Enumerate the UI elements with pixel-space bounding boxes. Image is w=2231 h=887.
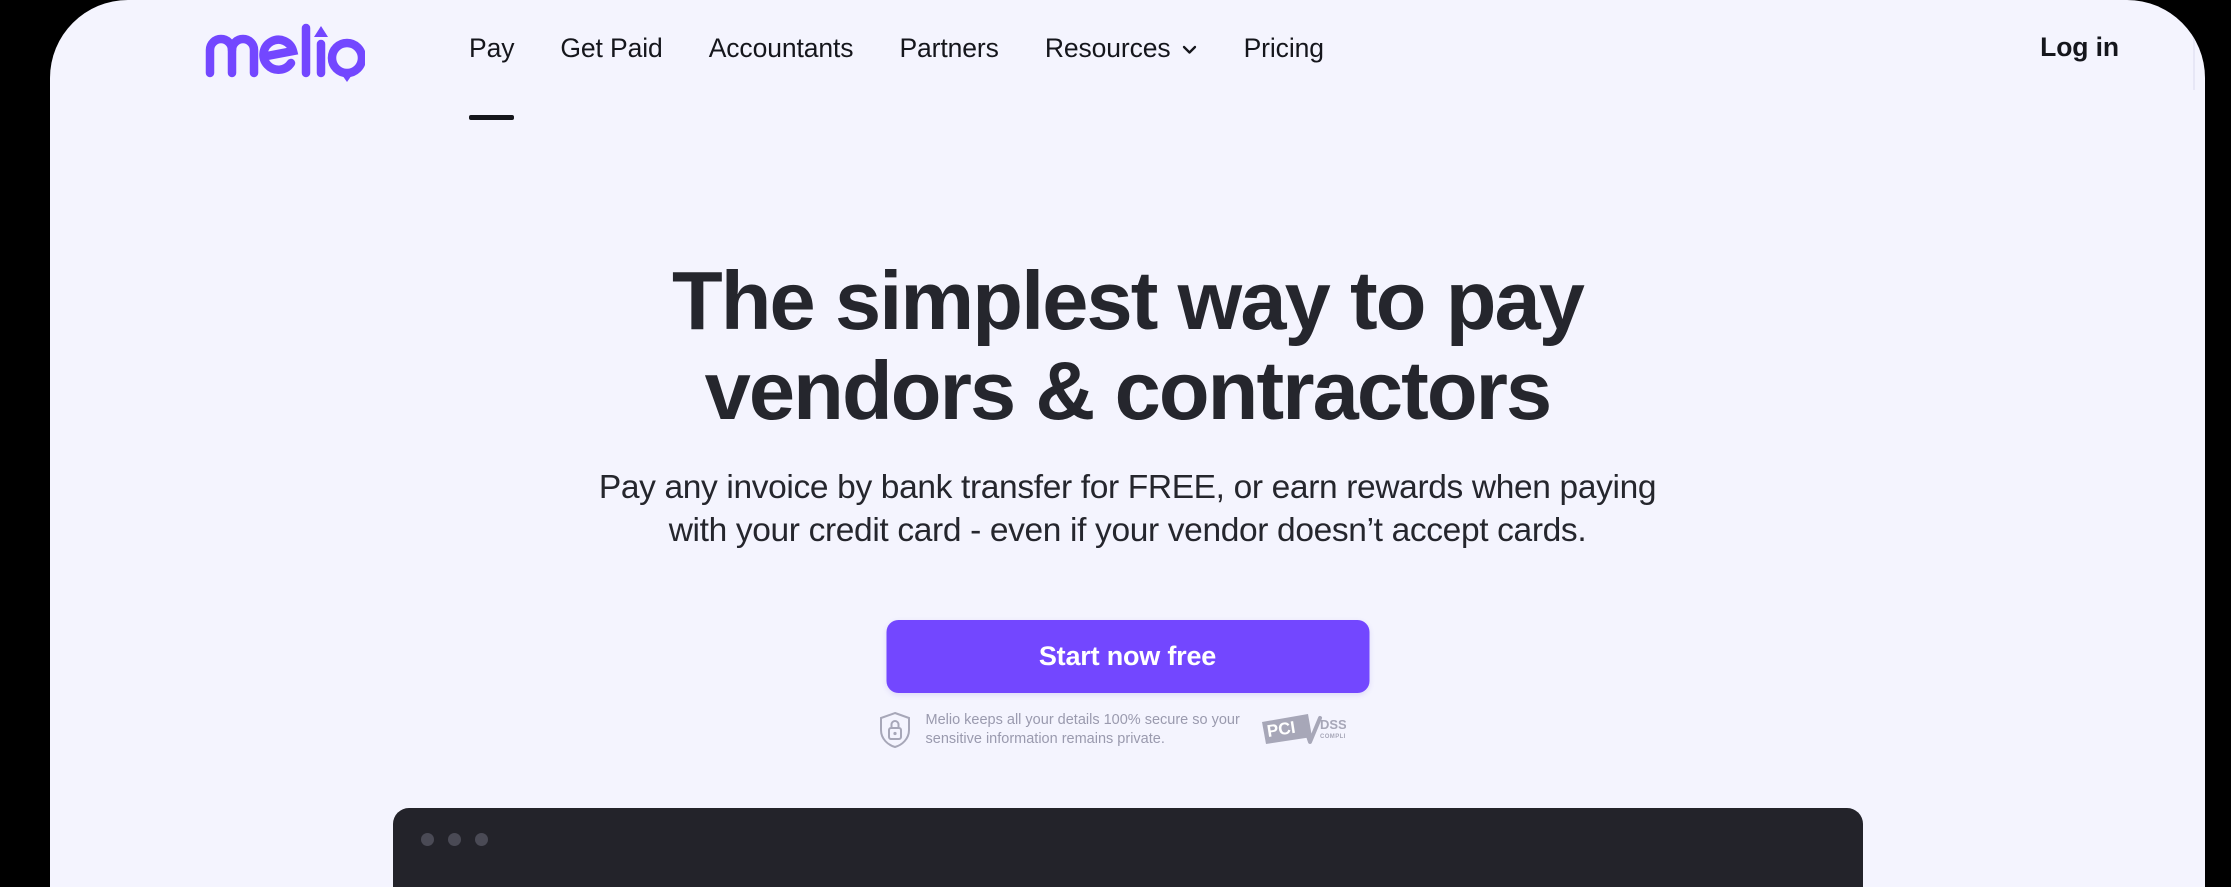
svg-text:COMPLIANT: COMPLIANT: [1320, 734, 1346, 740]
nav-links: Pay Get Paid Accountants Partners Resour…: [446, 28, 1347, 120]
security-text-line-1: Melio keeps all your details 100% secure…: [925, 712, 1240, 728]
window-dot-minimize: [447, 833, 461, 846]
nav-item-label: Partners: [899, 33, 999, 63]
security-text: Melio keeps all your details 100% secure…: [926, 711, 1256, 749]
nav-item-get-paid[interactable]: Get Paid: [537, 28, 685, 68]
nav-item-label: Pay: [469, 33, 515, 63]
nav-divider: [2193, 0, 2195, 90]
login-link[interactable]: Log in: [2040, 27, 2119, 67]
page-surface: Pay Get Paid Accountants Partners Resour…: [50, 0, 2205, 887]
melio-logo[interactable]: [205, 20, 365, 82]
nav-item-pricing[interactable]: Pricing: [1221, 28, 1347, 68]
nav-right-group: Log in: [2040, 27, 2119, 67]
page-title: The simplest way to pay vendors & contra…: [50, 256, 2205, 436]
chevron-down-icon: [1181, 41, 1198, 58]
headline-line-1: The simplest way to pay: [671, 254, 1585, 347]
security-trust-row: Melio keeps all your details 100% secure…: [878, 710, 1378, 750]
svg-text:DSS: DSS: [1320, 717, 1346, 732]
nav-item-accountants[interactable]: Accountants: [686, 28, 877, 68]
nav-item-label: Accountants: [708, 33, 854, 63]
start-now-free-button[interactable]: Start now free: [886, 620, 1369, 693]
window-dot-maximize: [474, 833, 488, 846]
active-tab-underline: [469, 115, 515, 120]
security-text-line-2: sensitive information remains private.: [925, 731, 1165, 747]
headline-line-2: vendors & contractors: [704, 344, 1553, 437]
subheadline-line-1: Pay any invoice by bank transfer for FRE…: [598, 469, 1657, 506]
nav-item-partners[interactable]: Partners: [876, 28, 1021, 68]
hero-subheadline: Pay any invoice by bank transfer for FRE…: [50, 466, 2205, 552]
nav-item-label: Pricing: [1243, 33, 1324, 63]
nav-item-label: Resources: [1044, 33, 1171, 63]
pci-dss-compliant-badge: PCI DSS COMPLIANT: [1260, 710, 1346, 750]
nav-item-pay[interactable]: Pay: [446, 28, 537, 120]
top-navigation-bar: Pay Get Paid Accountants Partners Resour…: [50, 0, 2205, 122]
browser-mockup-window: [392, 808, 1863, 887]
nav-item-label: Get Paid: [560, 33, 663, 63]
shield-lock-icon: [878, 711, 912, 749]
subheadline-line-2: with your credit card - even if your ven…: [668, 512, 1587, 549]
window-dot-close: [420, 833, 434, 846]
nav-item-resources[interactable]: Resources: [1022, 28, 1221, 68]
